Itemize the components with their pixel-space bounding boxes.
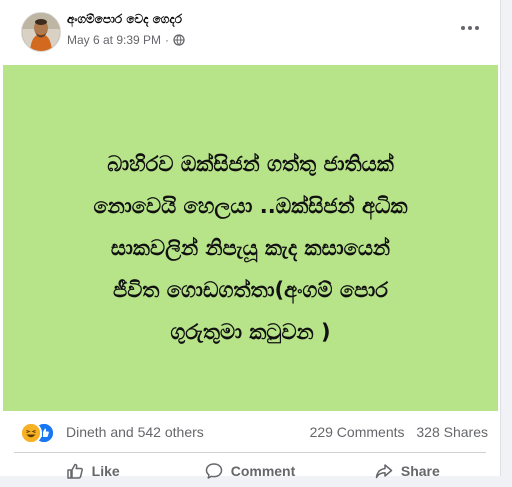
post-text-line: සාකවලින් නිපැයූ කැද කසායෙන් (110, 236, 391, 260)
post-text-line: නොවෙයි හෙලයා ..ඔක්සිජන් අධික (93, 194, 408, 218)
post-text-line: බාහිරව ඔක්සිජන් ගත්තු ජාතියක් (107, 152, 394, 176)
post-meta: May 6 at 9:39 PM · (67, 33, 185, 47)
avatar-image (22, 13, 60, 51)
globe-icon (173, 34, 185, 46)
comment-button[interactable]: Comment (171, 455, 328, 487)
comments-count[interactable]: 229 Comments (310, 424, 405, 440)
post-text-line: ගුරුතුමා කටුවන ) (170, 320, 331, 344)
author-name[interactable]: අංගම්පොර වෙද ගෙදර (67, 12, 182, 27)
share-icon (375, 464, 393, 479)
post-actions: Like Comment Share (14, 455, 486, 487)
post-text-line: ජීවිත ගොඩගත්තා(අංගම් පොර (113, 278, 388, 302)
post-header: අංගම්පොර වෙද ගෙදර May 6 at 9:39 PM · (0, 0, 500, 62)
share-label: Share (400, 463, 440, 479)
author-avatar[interactable] (21, 12, 61, 52)
like-button[interactable]: Like (14, 455, 171, 487)
share-button[interactable]: Share (329, 455, 486, 487)
haha-icon (20, 422, 42, 444)
reaction-icons[interactable] (20, 422, 60, 444)
reaction-summary[interactable]: Dineth and 542 others (66, 424, 204, 440)
comment-label: Comment (230, 463, 296, 479)
engagement-counts: 229 Comments 328 Shares (310, 424, 488, 440)
post-card: අංගම්පොර වෙද ගෙදර May 6 at 9:39 PM · බාහ… (0, 0, 501, 479)
post-text: බාහිරව ඔක්සිජන් ගත්තු ජාතියක් නොවෙයි හෙල… (3, 143, 498, 353)
shares-count[interactable]: 328 Shares (416, 424, 488, 440)
meta-separator: · (165, 33, 170, 47)
thumbs-up-icon (66, 463, 83, 479)
comment-icon (205, 463, 222, 479)
more-options-icon[interactable] (456, 14, 484, 42)
post-stats: Dineth and 542 others 229 Comments 328 S… (0, 416, 500, 446)
actions-divider (14, 452, 486, 453)
like-label: Like (91, 463, 120, 479)
post-text-image[interactable]: බාහිරව ඔක්සිජන් ගත්තු ජාතියක් නොවෙයි හෙල… (3, 65, 498, 411)
post-timestamp[interactable]: May 6 at 9:39 PM (67, 33, 161, 47)
